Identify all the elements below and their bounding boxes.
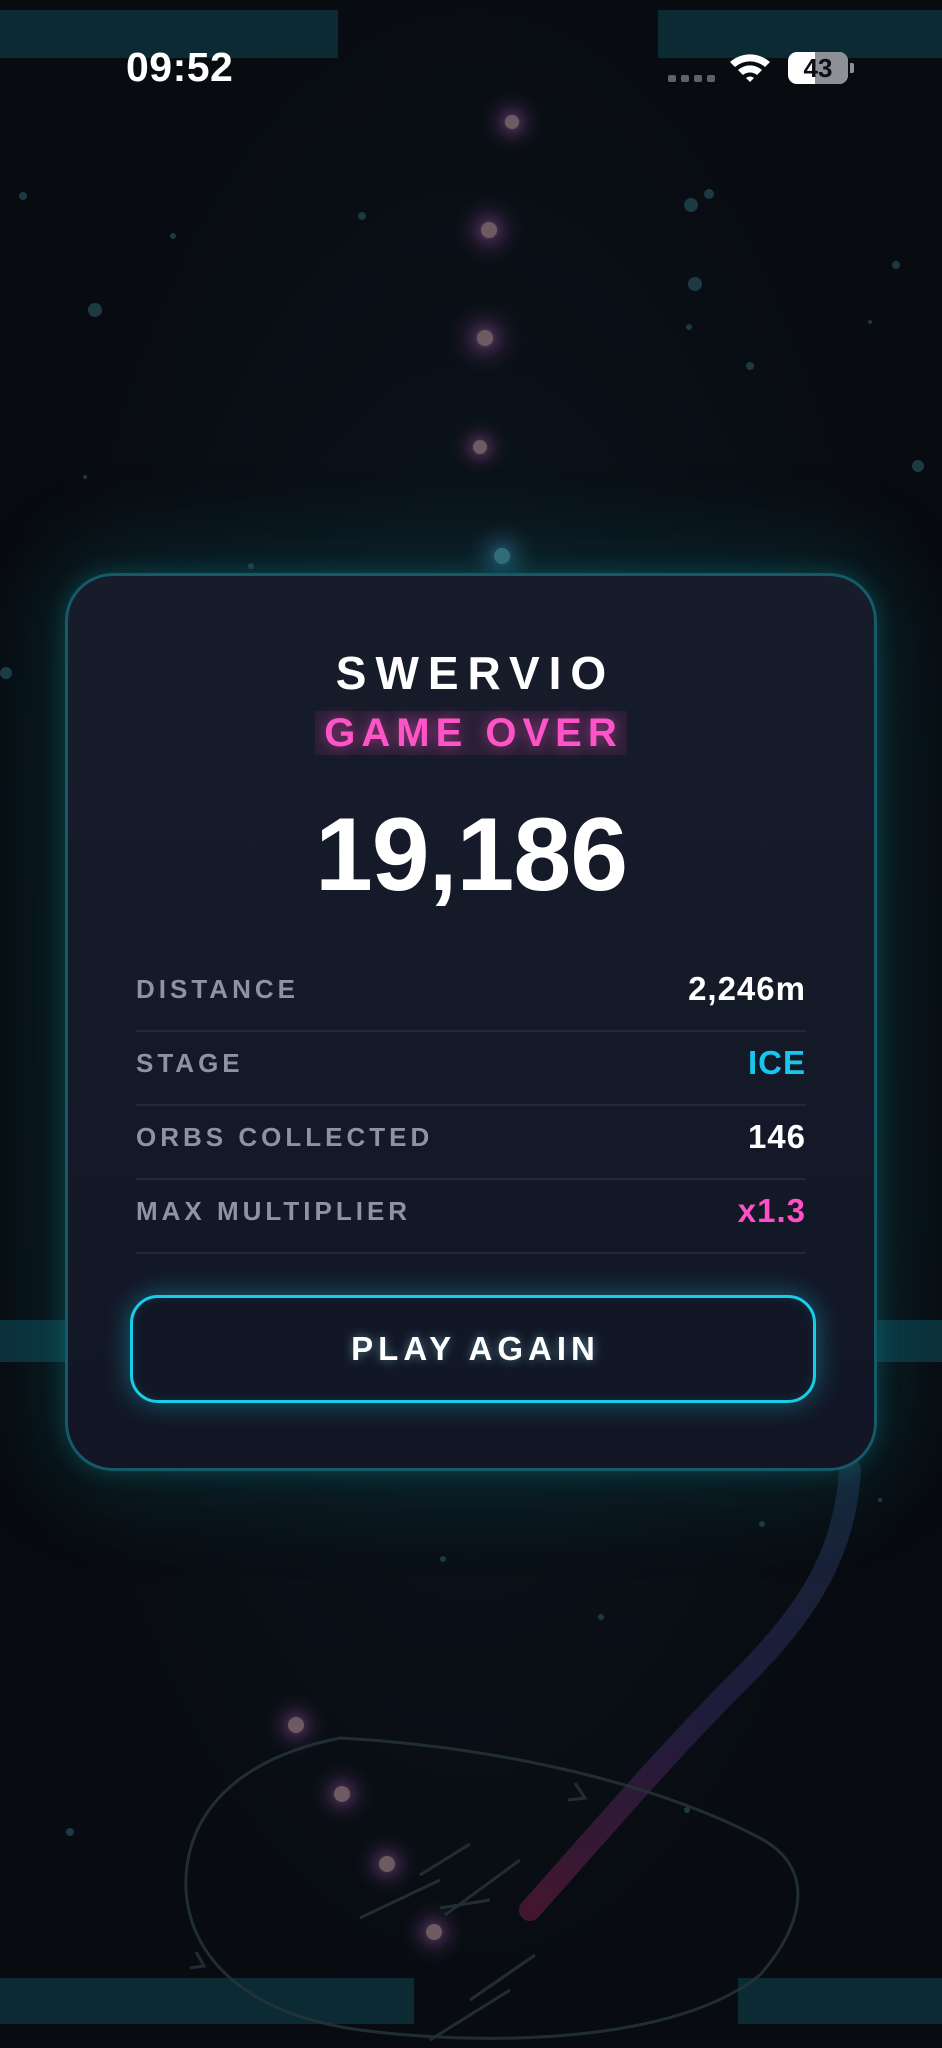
- battery-body: 43: [788, 52, 848, 84]
- stat-label: DISTANCE: [136, 974, 299, 1004]
- battery-icon: 43: [788, 52, 854, 84]
- game-over-heading-wrap: GAME OVER: [68, 711, 874, 755]
- game-over-heading: GAME OVER: [315, 711, 627, 755]
- stat-row-max-multiplier: MAX MULTIPLIER x1.3: [136, 1180, 806, 1254]
- stat-label: ORBS COLLECTED: [136, 1122, 434, 1152]
- wifi-icon: [730, 54, 770, 82]
- status-bar-time: 09:52: [126, 44, 234, 90]
- stats-list: DISTANCE 2,246m STAGE ICE ORBS COLLECTED…: [136, 958, 806, 1254]
- stat-value-multiplier: x1.3: [737, 1192, 806, 1229]
- game-over-card: SWERVIO GAME OVER 19,186 DISTANCE 2,246m…: [65, 573, 877, 1471]
- stat-row-orbs-collected: ORBS COLLECTED 146: [136, 1106, 806, 1180]
- stat-row-distance: DISTANCE 2,246m: [136, 958, 806, 1032]
- game-title: SWERVIO: [335, 647, 616, 699]
- stat-row-stage: STAGE ICE: [136, 1032, 806, 1106]
- stat-value-orbs: 146: [747, 1118, 806, 1155]
- cellular-signal-icon: [668, 73, 716, 83]
- play-again-button[interactable]: PLAY AGAIN: [130, 1295, 816, 1403]
- stat-value-distance: 2,246m: [688, 970, 806, 1007]
- battery-level-text: 43: [803, 53, 833, 83]
- game-screen: 09:52 43 SWERVIO GAME OVER 19,186 DISTAN…: [0, 0, 942, 2048]
- stat-value-stage: ICE: [747, 1044, 806, 1081]
- final-score: 19,186: [314, 797, 628, 913]
- stat-label: STAGE: [136, 1048, 244, 1078]
- stat-label: MAX MULTIPLIER: [136, 1196, 412, 1226]
- player-trail: [519, 1459, 861, 1921]
- battery-cap: [850, 63, 854, 73]
